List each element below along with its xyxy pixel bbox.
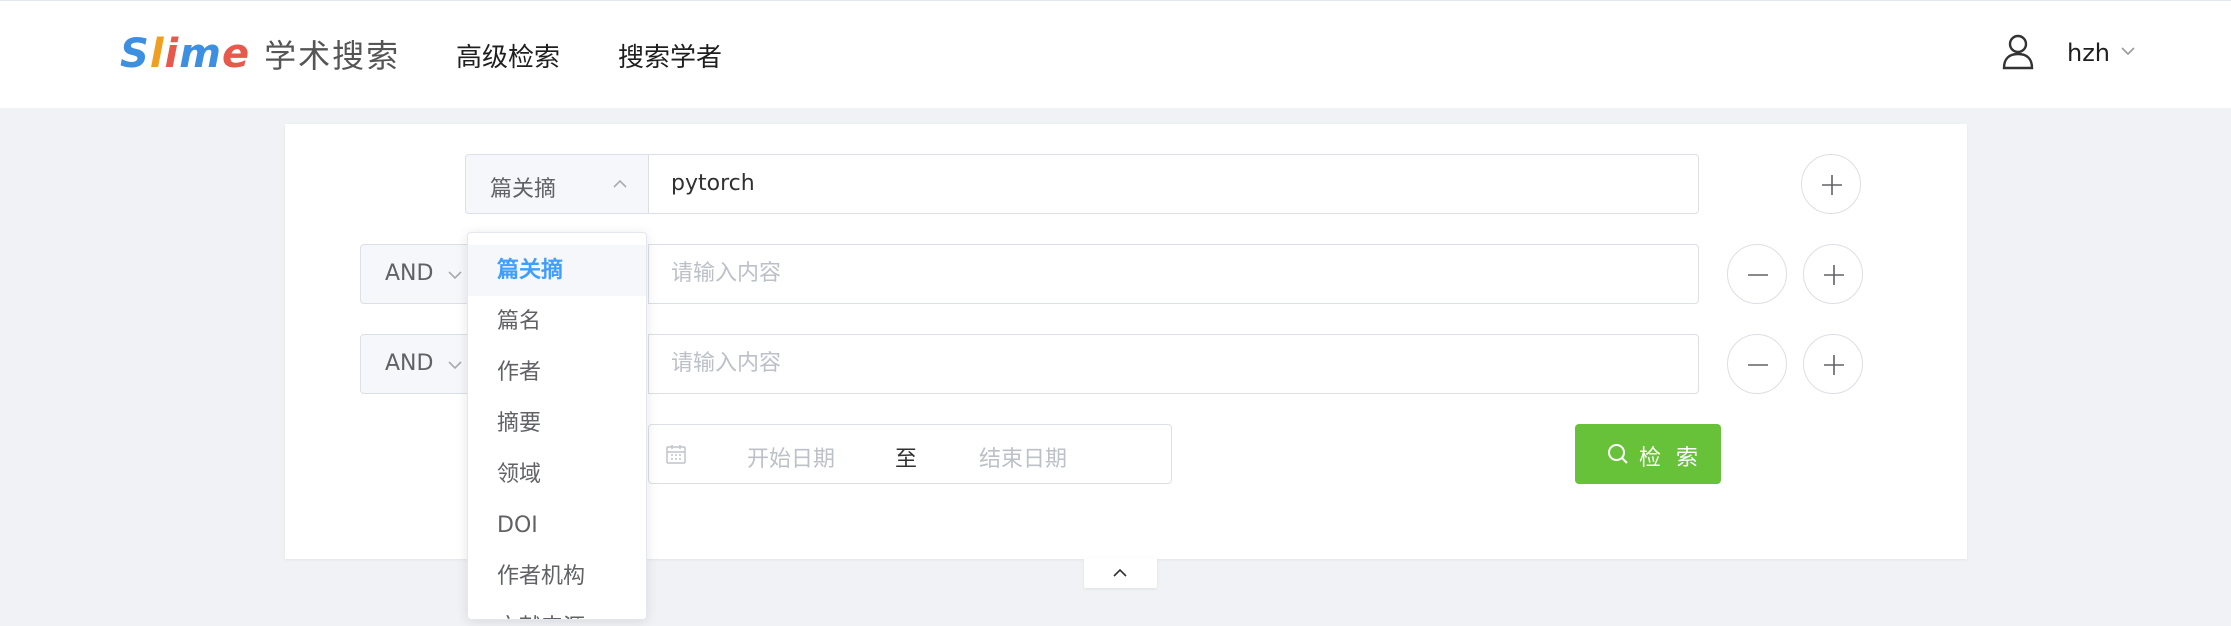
user-icon[interactable] <box>2002 34 2034 70</box>
calendar-icon <box>666 445 686 464</box>
date-range-picker[interactable]: 开始日期 至 结束日期 <box>648 424 1172 484</box>
start-date-input[interactable]: 开始日期 <box>747 441 835 473</box>
end-date-input[interactable]: 结束日期 <box>979 441 1067 473</box>
operator-label: AND <box>385 261 434 286</box>
dropdown-option-doi[interactable]: DOI <box>468 500 646 551</box>
chevron-down-icon <box>448 361 462 370</box>
keyword-input-row-1[interactable]: pytorch <box>648 154 1699 214</box>
plus-icon <box>1824 265 1844 285</box>
search-icon <box>1608 444 1628 464</box>
minus-icon <box>1748 274 1768 276</box>
site-name: 学术搜索 <box>264 37 401 75</box>
dropdown-option-title[interactable]: 篇名 <box>468 296 646 347</box>
add-row-button[interactable] <box>1803 244 1863 304</box>
plus-icon <box>1822 175 1842 195</box>
chevron-down-icon <box>448 271 462 280</box>
dropdown-option-author-affiliation[interactable]: 作者机构 <box>468 551 646 602</box>
search-button-label: 检 索 <box>1639 446 1702 471</box>
dropdown-option-abstract[interactable]: 摘要 <box>468 398 646 449</box>
chevron-down-icon[interactable] <box>2120 45 2136 57</box>
dropdown-option-title-keyword-abstract[interactable]: 篇关摘 <box>468 245 646 296</box>
nav-advanced-search[interactable]: 高级检索 <box>456 37 560 74</box>
chevron-up-icon <box>1113 568 1127 577</box>
dropdown-arrow <box>535 233 555 242</box>
field-dropdown-menu: 篇关摘 篇名 作者 摘要 领域 DOI 作者机构 文献来源 <box>467 232 647 620</box>
dropdown-option-author[interactable]: 作者 <box>468 347 646 398</box>
plus-icon <box>1824 355 1844 375</box>
logo[interactable]: Slime 学术搜索 <box>120 31 400 77</box>
field-select-label: 篇关摘 <box>490 177 557 202</box>
add-row-button[interactable] <box>1801 154 1861 214</box>
collapse-panel-button[interactable] <box>1084 558 1157 588</box>
remove-row-button[interactable] <box>1727 334 1787 394</box>
nav-search-scholar[interactable]: 搜索学者 <box>618 37 722 74</box>
dropdown-option-source[interactable]: 文献来源 <box>468 602 646 619</box>
field-select-row-1[interactable]: 篇关摘 <box>465 154 649 214</box>
operator-label: AND <box>385 351 434 376</box>
add-row-button[interactable] <box>1803 334 1863 394</box>
keyword-input-row-2[interactable]: 请输入内容 <box>648 244 1699 304</box>
operator-select-row-2[interactable]: AND <box>360 244 480 304</box>
minus-icon <box>1748 364 1768 366</box>
keyword-input-row-3[interactable]: 请输入内容 <box>648 334 1699 394</box>
remove-row-button[interactable] <box>1727 244 1787 304</box>
chevron-up-icon <box>613 179 627 188</box>
dropdown-option-field[interactable]: 领域 <box>468 449 646 500</box>
username[interactable]: hzh <box>2067 39 2110 67</box>
logo-mark: Slime <box>120 31 251 77</box>
search-button[interactable]: 检 索 <box>1575 424 1721 484</box>
operator-select-row-3[interactable]: AND <box>360 334 480 394</box>
top-header: Slime 学术搜索 高级检索 搜索学者 hzh <box>0 0 2231 108</box>
date-range-separator: 至 <box>895 447 918 472</box>
